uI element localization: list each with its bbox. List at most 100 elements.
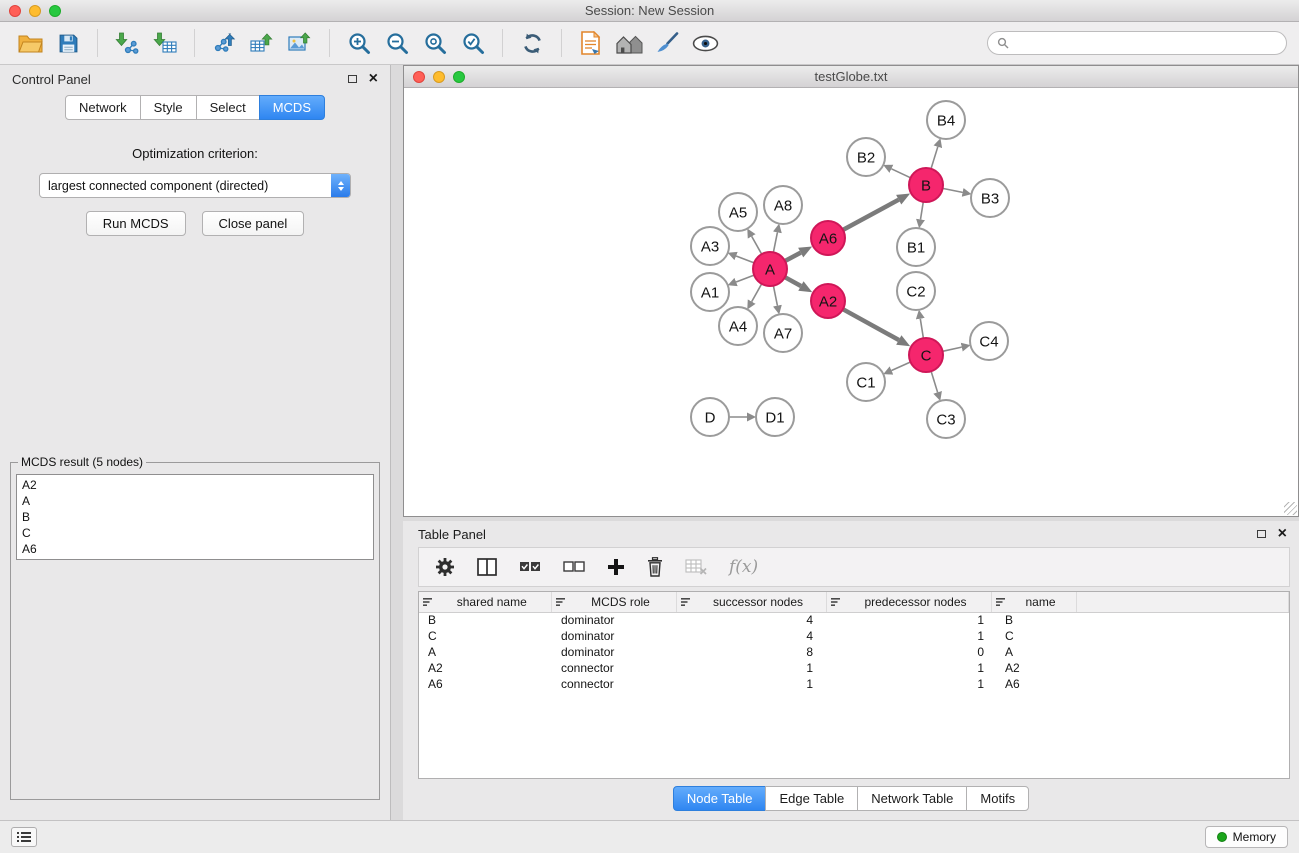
- table-cell[interactable]: 1: [826, 612, 991, 628]
- graph-edge-B-B3[interactable]: [943, 188, 963, 192]
- graph-edge-B-B1[interactable]: [921, 202, 924, 220]
- table-cell[interactable]: dominator: [551, 644, 676, 660]
- graph-node-A1[interactable]: A1: [691, 273, 729, 311]
- table-cell[interactable]: A6: [419, 676, 551, 692]
- close-table-panel-icon[interactable]: ×: [1278, 526, 1287, 542]
- result-item[interactable]: A6: [22, 541, 368, 557]
- zoom-fit-button[interactable]: [417, 26, 453, 60]
- table-cell[interactable]: 1: [676, 676, 826, 692]
- zoom-in-button[interactable]: [341, 26, 377, 60]
- graph-node-B3[interactable]: B3: [971, 179, 1009, 217]
- graph-edge-B-B2[interactable]: [891, 169, 910, 178]
- table-cell[interactable]: A2: [991, 660, 1076, 676]
- graph-edge-A-A4[interactable]: [752, 284, 762, 302]
- table-cell[interactable]: 1: [826, 676, 991, 692]
- table-settings-button[interactable]: [435, 557, 455, 577]
- table-cell[interactable]: connector: [551, 660, 676, 676]
- close-panel-icon[interactable]: ×: [369, 71, 378, 87]
- graph-node-B[interactable]: B: [909, 168, 943, 202]
- graph-edge-C-C2[interactable]: [920, 319, 923, 339]
- apply-layout-button[interactable]: [514, 26, 550, 60]
- export-image-button[interactable]: [282, 26, 318, 60]
- graph-edge-A6-B[interactable]: [843, 200, 899, 230]
- col-header-name[interactable]: name: [991, 592, 1076, 612]
- table-cell[interactable]: connector: [551, 676, 676, 692]
- table-cell[interactable]: C: [991, 628, 1076, 644]
- result-item[interactable]: C: [22, 525, 368, 541]
- select-all-columns-button[interactable]: [519, 560, 541, 574]
- show-columns-button[interactable]: [477, 558, 497, 576]
- delete-table-button[interactable]: [685, 559, 707, 575]
- table-cell[interactable]: A: [991, 644, 1076, 660]
- graph-node-B1[interactable]: B1: [897, 228, 935, 266]
- unselect-all-columns-button[interactable]: [563, 560, 585, 574]
- table-cell[interactable]: dominator: [551, 612, 676, 628]
- function-builder-button[interactable]: f(x): [729, 557, 758, 577]
- table-cell[interactable]: dominator: [551, 628, 676, 644]
- table-row[interactable]: Adominator80A: [419, 644, 1289, 660]
- search-input[interactable]: [1015, 36, 1277, 50]
- style-brush-button[interactable]: [649, 26, 685, 60]
- zoom-window-button[interactable]: [49, 5, 61, 17]
- table-cell[interactable]: A6: [991, 676, 1076, 692]
- float-table-panel-icon[interactable]: [1257, 530, 1266, 538]
- network-zoom-button[interactable]: [453, 71, 465, 83]
- home-button[interactable]: [611, 26, 647, 60]
- run-mcds-button[interactable]: Run MCDS: [86, 211, 186, 236]
- mcds-result-list[interactable]: A2ABCA6: [16, 474, 374, 560]
- network-minimize-button[interactable]: [433, 71, 445, 83]
- table-row[interactable]: Cdominator41C: [419, 628, 1289, 644]
- col-header-shared-name[interactable]: shared name: [419, 592, 551, 612]
- graph-node-B2[interactable]: B2: [847, 138, 885, 176]
- table-cell[interactable]: 8: [676, 644, 826, 660]
- table-cell[interactable]: 1: [826, 660, 991, 676]
- table-cell[interactable]: B: [419, 612, 551, 628]
- network-close-button[interactable]: [413, 71, 425, 83]
- graph-edge-A-A7[interactable]: [773, 286, 777, 306]
- network-canvas[interactable]: B4B2BB3A8A5A6A3B1AA1C2A2A4A7C4CC1C3DD1: [404, 88, 1298, 516]
- col-header-successor-nodes[interactable]: successor nodes: [676, 592, 826, 612]
- document-export-button[interactable]: [573, 26, 609, 60]
- result-item[interactable]: B: [22, 509, 368, 525]
- criterion-select[interactable]: largest connected component (directed): [39, 173, 351, 198]
- graph-edge-A-A8[interactable]: [773, 232, 777, 252]
- graph-node-C[interactable]: C: [909, 338, 943, 372]
- table-cell[interactable]: 0: [826, 644, 991, 660]
- minimize-window-button[interactable]: [29, 5, 41, 17]
- graph-node-A4[interactable]: A4: [719, 307, 757, 345]
- export-network-button[interactable]: [206, 26, 242, 60]
- graph-edge-C-C4[interactable]: [943, 347, 962, 351]
- col-header-mcds-role[interactable]: MCDS role: [551, 592, 676, 612]
- graph-edge-A-A2[interactable]: [785, 277, 801, 286]
- search-field[interactable]: [987, 31, 1287, 55]
- open-session-button[interactable]: [12, 26, 48, 60]
- table-cell[interactable]: C: [419, 628, 551, 644]
- table-cell[interactable]: 4: [676, 612, 826, 628]
- float-panel-icon[interactable]: [348, 75, 357, 83]
- save-session-button[interactable]: [50, 26, 86, 60]
- eye-toggle-button[interactable]: [687, 26, 723, 60]
- table-cell[interactable]: A2: [419, 660, 551, 676]
- zoom-selected-button[interactable]: [455, 26, 491, 60]
- memory-button[interactable]: Memory: [1205, 826, 1288, 848]
- graph-node-C1[interactable]: C1: [847, 363, 885, 401]
- close-panel-button[interactable]: Close panel: [202, 211, 305, 236]
- table-row[interactable]: Bdominator41B: [419, 612, 1289, 628]
- import-table-file-button[interactable]: [147, 26, 183, 60]
- graph-edge-B-B4[interactable]: [931, 147, 938, 169]
- graph-node-A[interactable]: A: [753, 252, 787, 286]
- graph-node-C3[interactable]: C3: [927, 400, 965, 438]
- table-row[interactable]: A2connector11A2: [419, 660, 1289, 676]
- graph-edge-A-A5[interactable]: [752, 236, 762, 254]
- graph-edge-A2-C[interactable]: [843, 309, 899, 340]
- tab-style[interactable]: Style: [140, 95, 197, 120]
- result-item[interactable]: A2: [22, 477, 368, 493]
- graph-node-A3[interactable]: A3: [691, 227, 729, 265]
- graph-node-A5[interactable]: A5: [719, 193, 757, 231]
- graph-node-C4[interactable]: C4: [970, 322, 1008, 360]
- table-cell[interactable]: 4: [676, 628, 826, 644]
- graph-node-D1[interactable]: D1: [756, 398, 794, 436]
- table-cell[interactable]: 1: [676, 660, 826, 676]
- tab-node-table[interactable]: Node Table: [673, 786, 767, 811]
- resize-grip[interactable]: [1284, 502, 1297, 515]
